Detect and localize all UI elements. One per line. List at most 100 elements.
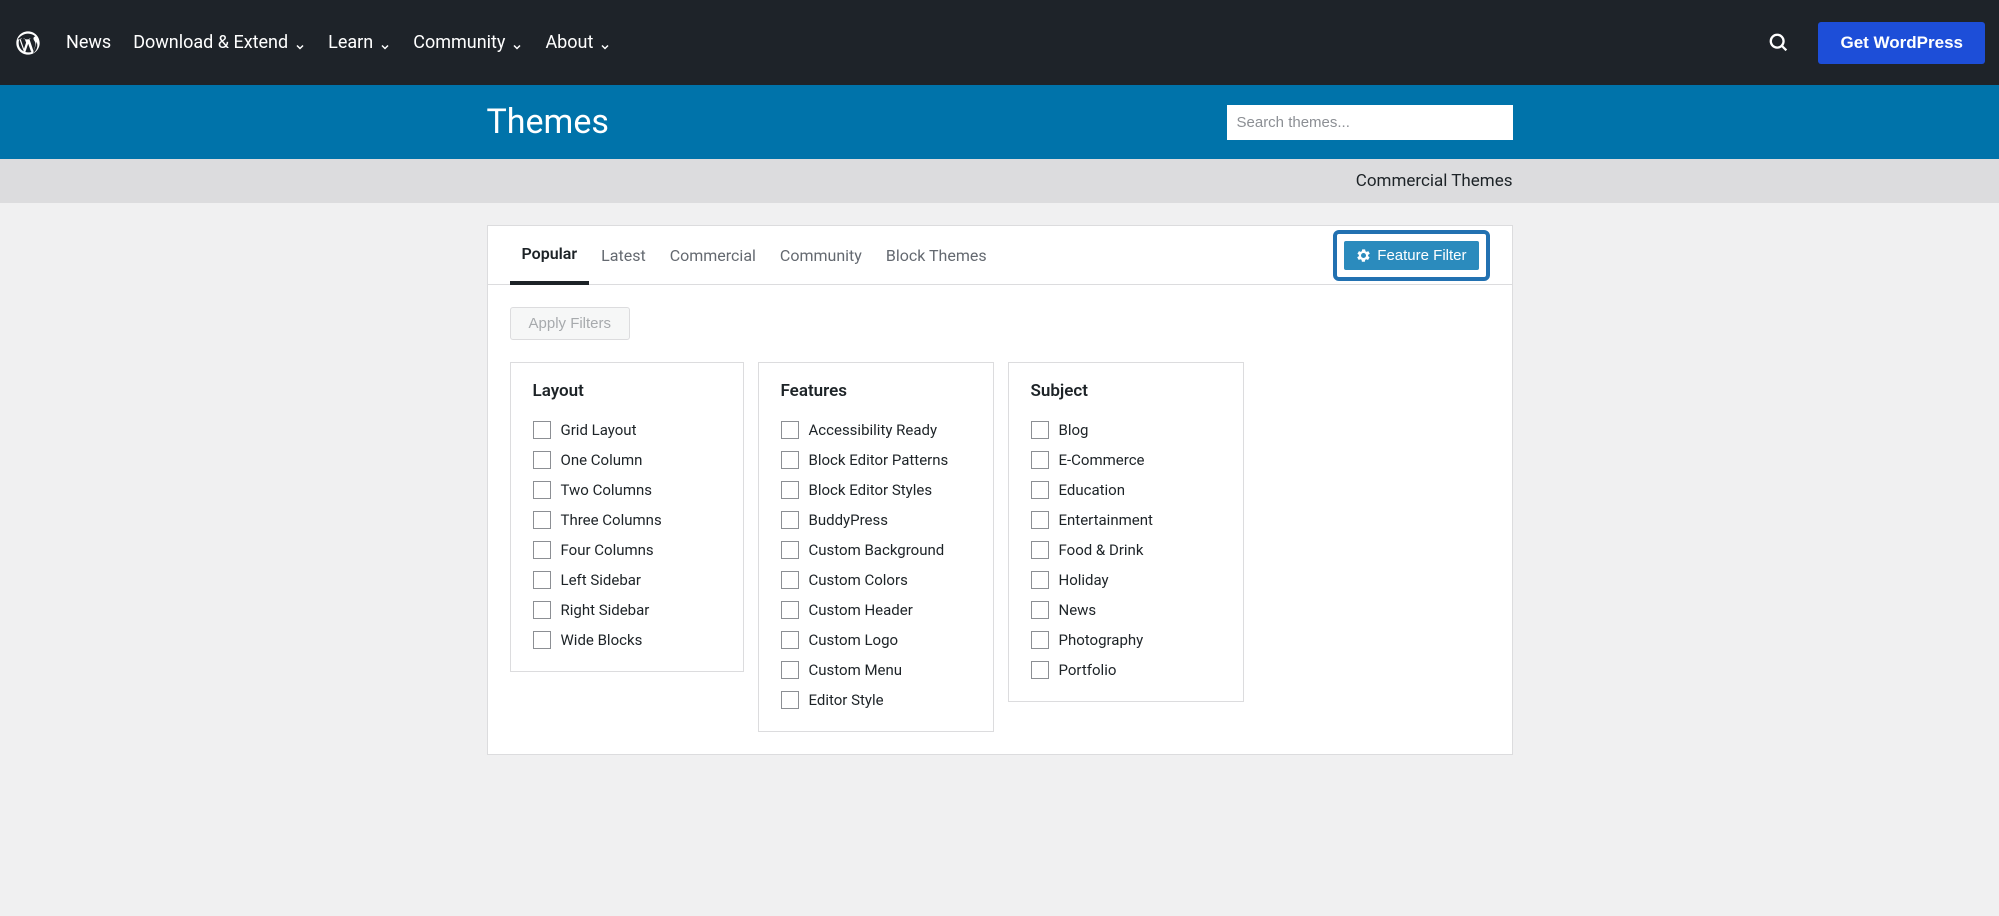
filter-option[interactable]: BuddyPress — [781, 511, 971, 529]
checkbox-icon[interactable] — [533, 421, 551, 439]
filter-option[interactable]: Editor Style — [781, 691, 971, 709]
search-icon[interactable] — [1768, 32, 1790, 54]
filter-option-label: Accessibility Ready — [809, 421, 938, 439]
checkbox-icon[interactable] — [533, 451, 551, 469]
filter-option[interactable]: Blog — [1031, 421, 1221, 439]
filter-column-subject: SubjectBlogE-CommerceEducationEntertainm… — [1008, 362, 1244, 702]
filter-option[interactable]: Accessibility Ready — [781, 421, 971, 439]
filter-option-label: Custom Background — [809, 541, 945, 559]
checkbox-icon[interactable] — [781, 601, 799, 619]
feature-filter-button[interactable]: Feature Filter — [1344, 241, 1478, 270]
checkbox-icon[interactable] — [1031, 571, 1049, 589]
checkbox-icon[interactable] — [781, 661, 799, 679]
checkbox-icon[interactable] — [1031, 661, 1049, 679]
nav-item-news[interactable]: News — [66, 32, 111, 53]
filter-column-title: Layout — [533, 381, 721, 401]
filter-option-label: Four Columns — [561, 541, 654, 559]
filter-option-label: Two Columns — [561, 481, 653, 499]
checkbox-icon[interactable] — [1031, 481, 1049, 499]
checkbox-icon[interactable] — [533, 481, 551, 499]
filter-option[interactable]: Photography — [1031, 631, 1221, 649]
tab-latest[interactable]: Latest — [589, 228, 658, 283]
filter-option[interactable]: Custom Background — [781, 541, 971, 559]
filter-option[interactable]: E-Commerce — [1031, 451, 1221, 469]
checkbox-icon[interactable] — [533, 601, 551, 619]
nav-item-label: Community — [413, 32, 505, 53]
filter-option[interactable]: Right Sidebar — [533, 601, 721, 619]
tab-popular[interactable]: Popular — [510, 226, 590, 285]
nav-item-about[interactable]: About — [545, 32, 611, 53]
filter-option[interactable]: Food & Drink — [1031, 541, 1221, 559]
filter-option-label: Custom Header — [809, 601, 913, 619]
filter-option-label: Education — [1059, 481, 1126, 499]
search-themes-input[interactable] — [1227, 105, 1513, 140]
filter-option[interactable]: Custom Header — [781, 601, 971, 619]
nav-item-download-extend[interactable]: Download & Extend — [133, 32, 306, 53]
feature-filter-label: Feature Filter — [1377, 247, 1466, 264]
filter-option[interactable]: Wide Blocks — [533, 631, 721, 649]
filter-columns: Layout Grid Layout One Column Two Columns Th… — [510, 362, 1490, 732]
checkbox-icon[interactable] — [781, 691, 799, 709]
checkbox-icon[interactable] — [1031, 601, 1049, 619]
apply-filters-button[interactable]: Apply Filters — [510, 307, 631, 340]
filter-option-label: Block Editor Styles — [809, 481, 933, 499]
filter-option-label: Editor Style — [809, 691, 884, 709]
nav-item-label: Learn — [328, 32, 373, 53]
commercial-themes-link[interactable]: Commercial Themes — [1356, 171, 1513, 191]
nav-item-community[interactable]: Community — [413, 32, 523, 53]
commercial-bar: Commercial Themes — [0, 159, 1999, 203]
filter-option[interactable]: Four Columns — [533, 541, 721, 559]
checkbox-icon[interactable] — [781, 481, 799, 499]
checkbox-icon[interactable] — [781, 571, 799, 589]
filter-option[interactable]: Grid Layout — [533, 421, 721, 439]
checkbox-icon[interactable] — [781, 451, 799, 469]
checkbox-icon[interactable] — [1031, 541, 1049, 559]
checkbox-icon[interactable] — [781, 511, 799, 529]
filter-option-label: News — [1059, 601, 1097, 619]
filter-option-label: Block Editor Patterns — [809, 451, 949, 469]
checkbox-icon[interactable] — [533, 571, 551, 589]
filter-option[interactable]: Holiday — [1031, 571, 1221, 589]
filter-option[interactable]: Block Editor Patterns — [781, 451, 971, 469]
filter-option[interactable]: One Column — [533, 451, 721, 469]
checkbox-icon[interactable] — [533, 511, 551, 529]
tab-community[interactable]: Community — [768, 228, 874, 283]
wordpress-logo-icon[interactable] — [14, 29, 42, 57]
feature-filter-highlight: Feature Filter — [1333, 230, 1489, 281]
filter-option[interactable]: Custom Logo — [781, 631, 971, 649]
nav-right: Get WordPress — [1768, 22, 1985, 64]
checkbox-icon[interactable] — [1031, 421, 1049, 439]
checkbox-icon[interactable] — [1031, 631, 1049, 649]
filter-option[interactable]: Three Columns — [533, 511, 721, 529]
checkbox-icon[interactable] — [1031, 451, 1049, 469]
filter-option[interactable]: Custom Colors — [781, 571, 971, 589]
tab-commercial[interactable]: Commercial — [658, 228, 768, 283]
filter-option[interactable]: News — [1031, 601, 1221, 619]
filter-option-label: E-Commerce — [1059, 451, 1145, 469]
filter-option-label: Left Sidebar — [561, 571, 642, 589]
nav-item-learn[interactable]: Learn — [328, 32, 391, 53]
checkbox-icon[interactable] — [781, 421, 799, 439]
filter-option[interactable]: Custom Menu — [781, 661, 971, 679]
filter-option[interactable]: Left Sidebar — [533, 571, 721, 589]
checkbox-icon[interactable] — [781, 631, 799, 649]
filter-option[interactable]: Entertainment — [1031, 511, 1221, 529]
filter-option[interactable]: Portfolio — [1031, 661, 1221, 679]
checkbox-icon[interactable] — [533, 541, 551, 559]
filter-option-label: Custom Colors — [809, 571, 908, 589]
filter-option-label: Holiday — [1059, 571, 1109, 589]
checkbox-icon[interactable] — [781, 541, 799, 559]
filter-column-title: Features — [781, 381, 971, 401]
checkbox-icon[interactable] — [1031, 511, 1049, 529]
filter-option-label: BuddyPress — [809, 511, 888, 529]
filter-option-label: Food & Drink — [1059, 541, 1144, 559]
chevron-down-icon — [379, 37, 391, 49]
filter-option-label: Photography — [1059, 631, 1144, 649]
tab-block-themes[interactable]: Block Themes — [874, 228, 999, 283]
filter-option[interactable]: Education — [1031, 481, 1221, 499]
filter-option[interactable]: Two Columns — [533, 481, 721, 499]
get-wordpress-button[interactable]: Get WordPress — [1818, 22, 1985, 64]
filter-option[interactable]: Block Editor Styles — [781, 481, 971, 499]
checkbox-icon[interactable] — [533, 631, 551, 649]
filter-option-label: Custom Menu — [809, 661, 903, 679]
